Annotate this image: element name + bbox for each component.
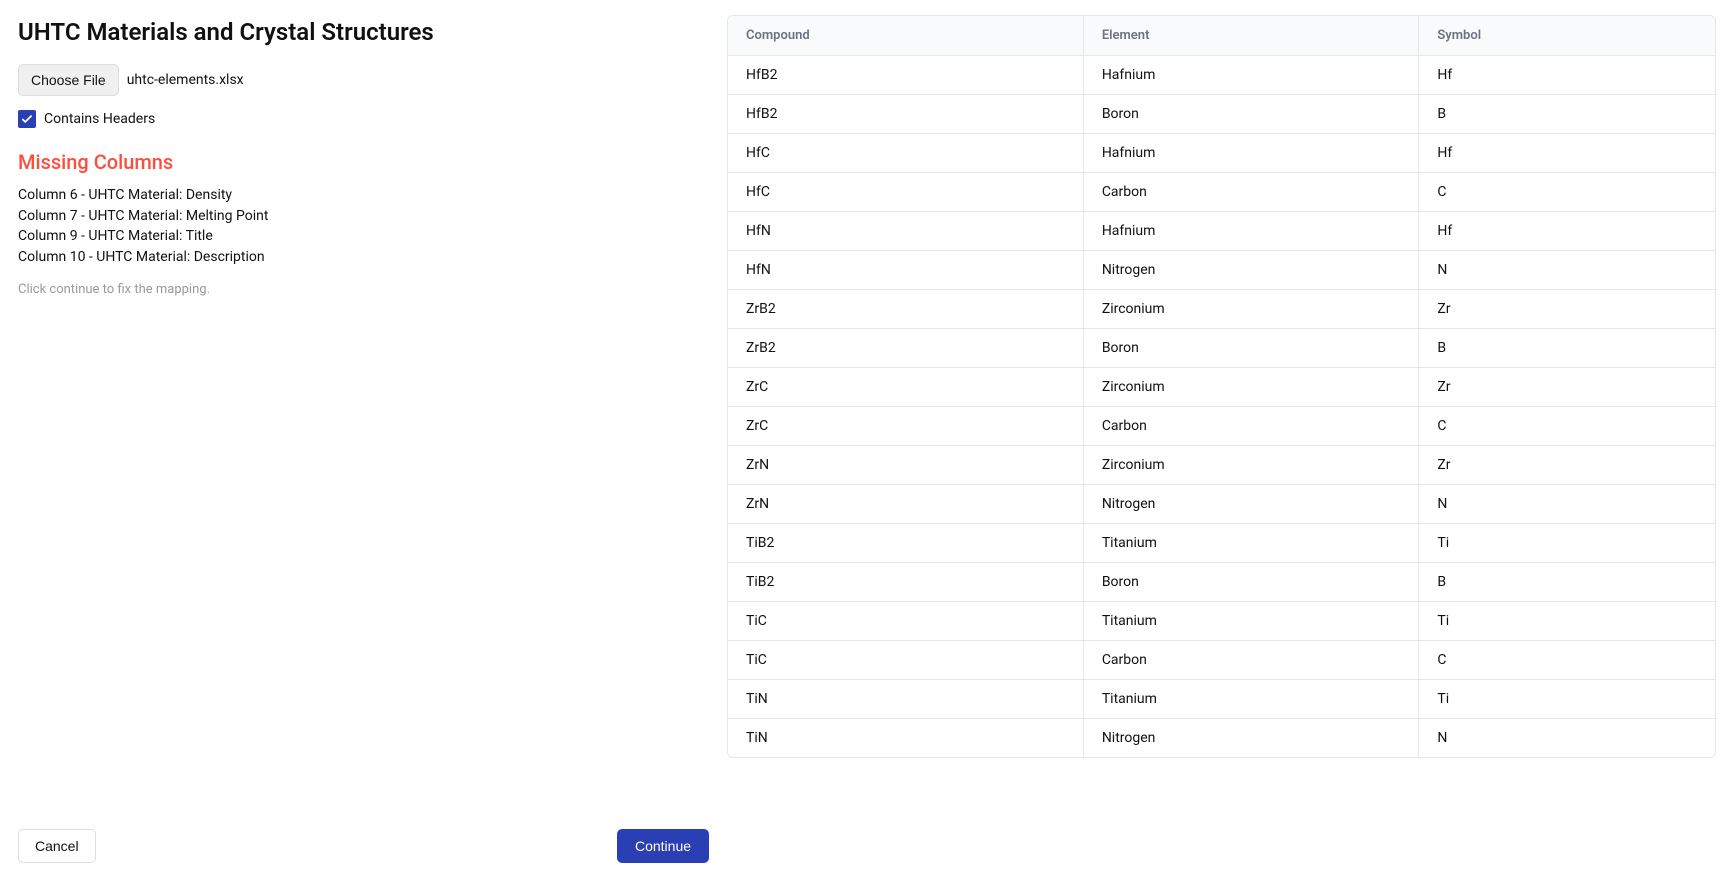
table-row: ZrCCarbonC bbox=[728, 407, 1715, 446]
cell-compound: TiN bbox=[728, 719, 1083, 758]
cell-symbol: Zr bbox=[1419, 290, 1715, 329]
cell-compound: TiB2 bbox=[728, 524, 1083, 563]
contains-headers-checkbox[interactable] bbox=[18, 110, 36, 128]
cell-element: Nitrogen bbox=[1083, 251, 1419, 290]
table-row: TiB2TitaniumTi bbox=[728, 524, 1715, 563]
cell-element: Nitrogen bbox=[1083, 485, 1419, 524]
table-row: TiCCarbonC bbox=[728, 641, 1715, 680]
cell-symbol: B bbox=[1419, 329, 1715, 368]
cell-symbol: Zr bbox=[1419, 368, 1715, 407]
cell-symbol: N bbox=[1419, 719, 1715, 758]
continue-button[interactable]: Continue bbox=[617, 829, 709, 863]
cell-symbol: N bbox=[1419, 251, 1715, 290]
cell-compound: HfN bbox=[728, 251, 1083, 290]
page-title: UHTC Materials and Crystal Structures bbox=[18, 18, 709, 46]
cell-compound: HfB2 bbox=[728, 95, 1083, 134]
cell-element: Zirconium bbox=[1083, 446, 1419, 485]
right-panel: Compound Element Symbol HfB2HafniumHfHfB… bbox=[727, 0, 1731, 883]
cell-symbol: Zr bbox=[1419, 446, 1715, 485]
table-row: HfCHafniumHf bbox=[728, 134, 1715, 173]
missing-column-item: Column 7 - UHTC Material: Melting Point bbox=[18, 207, 709, 227]
cell-element: Boron bbox=[1083, 329, 1419, 368]
cancel-button[interactable]: Cancel bbox=[18, 829, 96, 863]
cell-symbol: Hf bbox=[1419, 56, 1715, 95]
missing-column-item: Column 9 - UHTC Material: Title bbox=[18, 227, 709, 247]
cell-element: Hafnium bbox=[1083, 212, 1419, 251]
cell-symbol: N bbox=[1419, 485, 1715, 524]
cell-symbol: Ti bbox=[1419, 524, 1715, 563]
cell-element: Zirconium bbox=[1083, 368, 1419, 407]
table-row: HfB2BoronB bbox=[728, 95, 1715, 134]
missing-columns-list: Column 6 - UHTC Material: Density Column… bbox=[18, 186, 709, 268]
cell-symbol: Ti bbox=[1419, 602, 1715, 641]
cell-compound: HfB2 bbox=[728, 56, 1083, 95]
table-row: HfNNitrogenN bbox=[728, 251, 1715, 290]
preview-table: Compound Element Symbol HfB2HafniumHfHfB… bbox=[728, 16, 1715, 757]
cell-compound: TiC bbox=[728, 602, 1083, 641]
column-header-compound[interactable]: Compound bbox=[728, 16, 1083, 56]
check-icon bbox=[20, 112, 34, 126]
table-row: TiNNitrogenN bbox=[728, 719, 1715, 758]
contains-headers-label: Contains Headers bbox=[44, 111, 155, 127]
cell-element: Hafnium bbox=[1083, 134, 1419, 173]
table-row: HfNHafniumHf bbox=[728, 212, 1715, 251]
table-row: HfB2HafniumHf bbox=[728, 56, 1715, 95]
file-name-label: uhtc-elements.xlsx bbox=[127, 72, 244, 88]
table-body: HfB2HafniumHfHfB2BoronBHfCHafniumHfHfCCa… bbox=[728, 56, 1715, 758]
cell-compound: ZrN bbox=[728, 485, 1083, 524]
column-header-element[interactable]: Element bbox=[1083, 16, 1419, 56]
cell-compound: HfN bbox=[728, 212, 1083, 251]
table-row: ZrNZirconiumZr bbox=[728, 446, 1715, 485]
table-row: TiB2BoronB bbox=[728, 563, 1715, 602]
cell-element: Titanium bbox=[1083, 524, 1419, 563]
cell-symbol: C bbox=[1419, 407, 1715, 446]
action-button-row: Cancel Continue bbox=[18, 829, 709, 863]
cell-element: Carbon bbox=[1083, 641, 1419, 680]
cell-symbol: Hf bbox=[1419, 212, 1715, 251]
mapping-hint: Click continue to fix the mapping. bbox=[18, 282, 709, 297]
cell-compound: ZrC bbox=[728, 368, 1083, 407]
cell-element: Boron bbox=[1083, 563, 1419, 602]
table-row: HfCCarbonC bbox=[728, 173, 1715, 212]
cell-symbol: Hf bbox=[1419, 134, 1715, 173]
cell-element: Zirconium bbox=[1083, 290, 1419, 329]
file-picker-row: Choose File uhtc-elements.xlsx bbox=[18, 64, 709, 96]
contains-headers-row: Contains Headers bbox=[18, 110, 709, 128]
cell-compound: TiC bbox=[728, 641, 1083, 680]
cell-symbol: C bbox=[1419, 173, 1715, 212]
cell-element: Titanium bbox=[1083, 602, 1419, 641]
missing-column-item: Column 6 - UHTC Material: Density bbox=[18, 186, 709, 206]
cell-compound: ZrB2 bbox=[728, 290, 1083, 329]
cell-element: Boron bbox=[1083, 95, 1419, 134]
cell-compound: ZrN bbox=[728, 446, 1083, 485]
cell-symbol: Ti bbox=[1419, 680, 1715, 719]
cell-compound: TiN bbox=[728, 680, 1083, 719]
cell-symbol: B bbox=[1419, 95, 1715, 134]
cell-symbol: C bbox=[1419, 641, 1715, 680]
cell-element: Carbon bbox=[1083, 173, 1419, 212]
cell-compound: TiB2 bbox=[728, 563, 1083, 602]
table-header: Compound Element Symbol bbox=[728, 16, 1715, 56]
cell-element: Titanium bbox=[1083, 680, 1419, 719]
table-row: ZrB2ZirconiumZr bbox=[728, 290, 1715, 329]
cell-compound: ZrC bbox=[728, 407, 1083, 446]
table-row: ZrCZirconiumZr bbox=[728, 368, 1715, 407]
table-row: TiNTitaniumTi bbox=[728, 680, 1715, 719]
left-panel: UHTC Materials and Crystal Structures Ch… bbox=[0, 0, 727, 883]
cell-compound: HfC bbox=[728, 134, 1083, 173]
table-row: ZrB2BoronB bbox=[728, 329, 1715, 368]
cell-element: Hafnium bbox=[1083, 56, 1419, 95]
column-header-symbol[interactable]: Symbol bbox=[1419, 16, 1715, 56]
cell-element: Nitrogen bbox=[1083, 719, 1419, 758]
cell-element: Carbon bbox=[1083, 407, 1419, 446]
table-row: ZrNNitrogenN bbox=[728, 485, 1715, 524]
cell-compound: HfC bbox=[728, 173, 1083, 212]
preview-table-container: Compound Element Symbol HfB2HafniumHfHfB… bbox=[727, 15, 1716, 758]
choose-file-button[interactable]: Choose File bbox=[18, 64, 119, 96]
missing-columns-heading: Missing Columns bbox=[18, 150, 709, 174]
cell-compound: ZrB2 bbox=[728, 329, 1083, 368]
table-row: TiCTitaniumTi bbox=[728, 602, 1715, 641]
cell-symbol: B bbox=[1419, 563, 1715, 602]
missing-column-item: Column 10 - UHTC Material: Description bbox=[18, 248, 709, 268]
